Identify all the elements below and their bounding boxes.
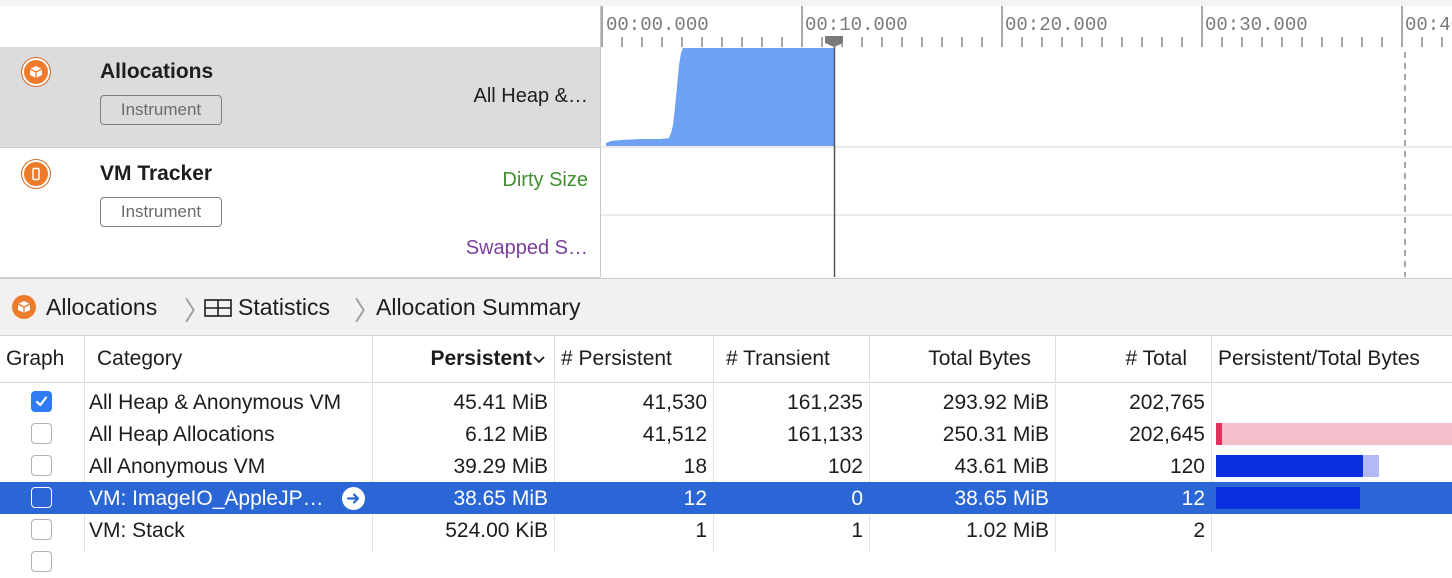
cell-persistent: 39.29 MiB <box>453 455 548 478</box>
track-label-swapped-size[interactable]: Swapped S… <box>466 237 588 260</box>
cell-num-total: 12 <box>1181 487 1205 510</box>
column-header-category[interactable]: Category <box>84 336 372 382</box>
table-row[interactable]: All Anonymous VM 39.29 MiB 18 102 43.61 … <box>0 450 1452 482</box>
column-header-persistent[interactable]: Persistent <box>372 336 554 382</box>
vm-tracker-instrument-icon <box>22 160 50 188</box>
tick-label-0: 00:00.000 <box>606 14 709 36</box>
breadcrumb-allocations[interactable]: Allocations <box>46 294 157 321</box>
checkmark-icon <box>35 396 48 407</box>
cell-total-bytes: 1.02 MiB <box>966 519 1049 542</box>
cell-num-persistent: 1 <box>695 519 707 542</box>
cell-category: All Heap & Anonymous VM <box>89 391 342 414</box>
graph-checkbox[interactable] <box>31 423 52 444</box>
cell-num-transient: 1 <box>851 519 863 542</box>
cell-total-bytes: 38.65 MiB <box>954 487 1049 510</box>
instrument-name-vm-tracker: VM Tracker <box>100 162 213 185</box>
instrument-badge: Instrument <box>100 95 222 125</box>
cell-total-bytes: 293.92 MiB <box>942 391 1049 414</box>
table-header: Graph Category Persistent # Persistent #… <box>0 336 1452 383</box>
cell-num-persistent: 12 <box>683 487 707 510</box>
column-header-num-persistent[interactable]: # Persistent <box>554 336 713 382</box>
vm-tracker-instrument-row[interactable]: VM Tracker Instrument Dirty Size Swapped… <box>0 148 600 278</box>
table-row-partial[interactable] <box>0 546 1452 578</box>
cell-num-total: 202,645 <box>1129 423 1205 446</box>
allocations-instrument-icon <box>22 58 50 86</box>
cell-category: VM: ImageIO_AppleJP… <box>89 487 324 510</box>
cell-persistent: 6.12 MiB <box>465 423 548 446</box>
column-header-total-bytes[interactable]: Total Bytes <box>869 336 1055 382</box>
arrow-right-icon <box>346 493 360 504</box>
instrument-name-allocations: Allocations <box>100 60 214 83</box>
column-header-graph[interactable]: Graph <box>0 336 84 382</box>
allocation-summary-table: All Heap & Anonymous VM 45.41 MiB 41,530… <box>0 384 1452 572</box>
timeline-graph-area[interactable] <box>600 47 1452 277</box>
cell-category: VM: Stack <box>89 519 185 542</box>
sort-descending-icon <box>532 347 546 370</box>
graph-checkbox[interactable] <box>31 487 52 508</box>
ruler-spacer <box>0 6 600 48</box>
playhead-handle-icon[interactable] <box>825 36 843 47</box>
table-row[interactable]: VM: Stack 524.00 KiB 1 1 1.02 MiB 2 <box>0 514 1452 546</box>
persistent-portion <box>1216 455 1363 477</box>
cell-category: All Anonymous VM <box>89 455 266 478</box>
breadcrumb: Allocations 〉 Statistics 〉 Allocation Su… <box>0 278 1452 336</box>
cell-persistent: 45.41 MiB <box>453 391 548 414</box>
column-header-num-total[interactable]: # Total <box>1055 336 1211 382</box>
cell-persistent: 524.00 KiB <box>445 519 548 542</box>
persistent-portion <box>1216 423 1222 445</box>
focus-arrow-button[interactable] <box>342 487 365 510</box>
tick-label-40: 00:40 <box>1405 14 1452 36</box>
tick-label-10: 00:10.000 <box>805 14 908 36</box>
instrument-badge: Instrument <box>100 197 222 227</box>
graph-checkbox[interactable] <box>31 391 52 412</box>
persistent-total-bar <box>1216 455 1379 477</box>
cell-total-bytes: 43.61 MiB <box>954 455 1049 478</box>
cell-persistent: 38.65 MiB <box>453 487 548 510</box>
track-label-dirty-size[interactable]: Dirty Size <box>502 169 588 192</box>
table-grid-icon <box>204 299 232 322</box>
cell-num-persistent: 41,512 <box>642 423 707 446</box>
cell-num-persistent: 18 <box>683 455 707 478</box>
cell-num-total: 2 <box>1193 519 1205 542</box>
cell-num-transient: 102 <box>827 455 863 478</box>
cell-num-transient: 161,133 <box>787 423 863 446</box>
column-header-persistent-label: Persistent <box>430 347 532 370</box>
cell-num-total: 202,765 <box>1129 391 1205 414</box>
table-row-selected[interactable]: VM: ImageIO_AppleJP… 38.65 MiB 12 0 38.6… <box>0 482 1452 514</box>
cell-total-bytes: 250.31 MiB <box>942 423 1049 446</box>
allocations-crumb-icon <box>12 295 36 319</box>
graph-checkbox[interactable] <box>31 455 52 476</box>
cell-category: All Heap Allocations <box>89 423 275 446</box>
track-graphs <box>601 47 1452 277</box>
graph-checkbox[interactable] <box>31 519 52 540</box>
table-row[interactable]: All Heap & Anonymous VM 45.41 MiB 41,530… <box>0 386 1452 418</box>
track-label-all-heap[interactable]: All Heap &… <box>474 85 589 108</box>
timeline-ruler[interactable]: 00:00.000 00:10.000 00:20.000 00:30.000 … <box>600 6 1452 48</box>
persistent-portion <box>1216 487 1360 509</box>
cell-num-transient: 161,235 <box>787 391 863 414</box>
persistent-total-bar <box>1216 487 1360 509</box>
cell-num-persistent: 41,530 <box>642 391 707 414</box>
cell-num-total: 120 <box>1169 455 1205 478</box>
cell-num-transient: 0 <box>851 487 863 510</box>
breadcrumb-statistics[interactable]: Statistics <box>238 294 330 321</box>
tick-label-20: 00:20.000 <box>1005 14 1108 36</box>
persistent-total-bar <box>1216 423 1452 445</box>
allocations-instrument-row[interactable]: Allocations Instrument All Heap &… <box>0 47 600 148</box>
breadcrumb-allocation-summary[interactable]: Allocation Summary <box>376 294 581 321</box>
table-row[interactable]: All Heap Allocations 6.12 MiB 41,512 161… <box>0 418 1452 450</box>
tick-label-30: 00:30.000 <box>1205 14 1308 36</box>
graph-checkbox[interactable] <box>31 551 52 572</box>
column-header-persistent-total-bytes[interactable]: Persistent/Total Bytes <box>1211 336 1452 382</box>
column-header-num-transient[interactable]: # Transient <box>713 336 869 382</box>
